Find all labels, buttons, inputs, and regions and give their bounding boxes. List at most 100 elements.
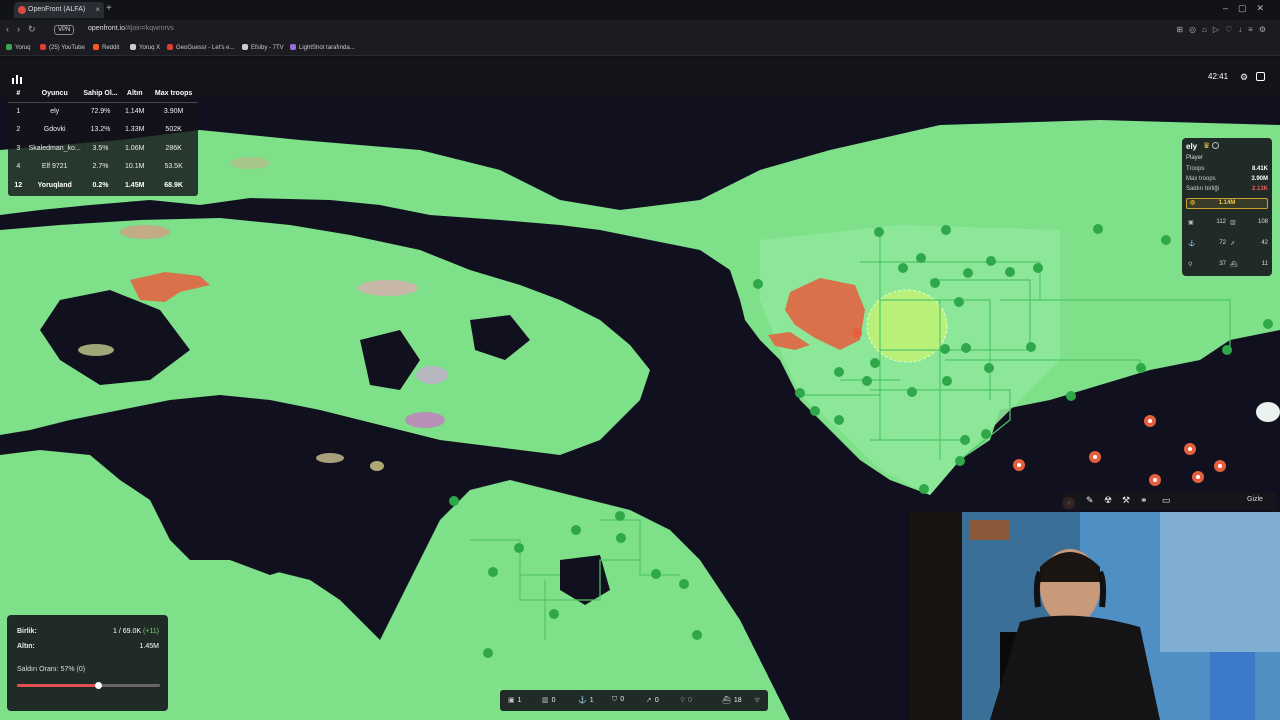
row-gold: 1.45M bbox=[124, 181, 145, 189]
url-field[interactable]: openfront.io/#join=kqwrnrvs bbox=[88, 25, 174, 32]
attack-rate-slider[interactable] bbox=[17, 682, 160, 689]
neutral-nation[interactable] bbox=[1256, 402, 1280, 422]
attack-troops-row: Saldırı birliği 2.13K bbox=[1186, 186, 1268, 192]
exit-icon[interactable] bbox=[1256, 72, 1265, 81]
troops-label: Birlik: bbox=[17, 628, 37, 635]
col-header-max-troops[interactable]: Max troops bbox=[149, 86, 198, 103]
row-rank: 2 bbox=[16, 126, 21, 134]
settings-gear-icon[interactable]: ⚙ bbox=[1240, 72, 1248, 83]
row-max-troops: 53.5K bbox=[164, 163, 183, 171]
build-missile-silo-button[interactable]: ➚ 0 bbox=[646, 696, 659, 704]
player-attack-zone[interactable] bbox=[866, 289, 948, 363]
missile-silo-icon: ➚ bbox=[1230, 241, 1236, 247]
browser-tab[interactable]: OpenFront (ALFA) × bbox=[14, 2, 104, 18]
bookmark-item[interactable]: LightShot tarafında... bbox=[290, 44, 355, 51]
neutral-nation[interactable] bbox=[416, 366, 448, 384]
bookmark-item[interactable]: Reddit bbox=[93, 44, 119, 51]
webcam-overlay bbox=[910, 512, 1280, 720]
bookmark-item[interactable]: Yoruq bbox=[6, 44, 30, 51]
row-max-troops: 502K bbox=[165, 126, 182, 134]
hide-button[interactable]: Gizle bbox=[1247, 496, 1263, 503]
player-type: Player bbox=[1186, 155, 1204, 161]
browser-tab-bar bbox=[0, 0, 1280, 20]
vpn-badge[interactable]: VPN bbox=[54, 25, 75, 35]
neutral-nation[interactable] bbox=[120, 225, 170, 239]
nuke-icon[interactable]: ☢ bbox=[1104, 495, 1112, 506]
bookmark-item[interactable]: Yoruq X bbox=[130, 44, 160, 51]
row-gold: 10.1M bbox=[124, 163, 145, 171]
row-rank: 12 bbox=[14, 181, 23, 189]
bookmark-item[interactable]: (25) YouTube bbox=[40, 44, 85, 51]
new-tab-icon[interactable]: + bbox=[106, 3, 112, 14]
neutral-nation[interactable] bbox=[405, 412, 445, 428]
bookmark-icon bbox=[242, 44, 248, 50]
neutral-nation[interactable] bbox=[358, 280, 418, 296]
donate-icon[interactable]: ⚒ bbox=[1122, 495, 1130, 506]
factory-icon: ▥ bbox=[1230, 220, 1236, 226]
player-name: ely bbox=[1186, 142, 1198, 151]
max-troops-row: Max troops 3.90M bbox=[1186, 176, 1268, 182]
leaderboard-toggle-icon[interactable] bbox=[12, 71, 22, 84]
build-defense-post-button[interactable]: ⛉ 0 bbox=[612, 696, 624, 704]
game-timer: 42:41 bbox=[1208, 72, 1229, 81]
build-warship-button[interactable]: ⛴ 18 bbox=[722, 696, 742, 704]
build-sam-launcher-button[interactable]: ⚲ 0 bbox=[680, 696, 692, 704]
window-controls[interactable]: –▢✕ bbox=[1223, 3, 1274, 14]
stat-value: 112 bbox=[1216, 219, 1226, 225]
navigation-buttons[interactable]: ‹›↻ bbox=[6, 24, 44, 35]
sam-launcher-icon: ⚲ bbox=[680, 697, 686, 704]
table-row[interactable]: 3 Skaledman_ko... 3.5% 1.06M 286K bbox=[8, 139, 198, 158]
table-row[interactable]: 2 Gdovki 13.2% 1.33M 502K bbox=[8, 121, 198, 140]
attack-rate-fill bbox=[17, 684, 99, 687]
build-count: 18 bbox=[733, 697, 742, 704]
table-row[interactable]: 4 Elf 9721 2.7% 10.1M 53.5K bbox=[8, 158, 198, 177]
troops-row: Birlik: 1 / 69.0K (+11) bbox=[17, 628, 159, 635]
row-owned: 3.5% bbox=[92, 144, 109, 152]
row-owned: 13.2% bbox=[90, 126, 111, 134]
row-gold: 1.14M bbox=[124, 108, 145, 115]
bookmark-icon bbox=[130, 44, 136, 50]
neutral-nation[interactable] bbox=[230, 157, 270, 169]
row-owned: 2.7% bbox=[92, 163, 109, 171]
build-factory-button[interactable]: ▥ 0 bbox=[542, 696, 556, 704]
leaderboard-table: # Oyuncu Sahip Ol... Altın Max troops 1 … bbox=[8, 86, 198, 195]
col-header-gold[interactable]: Altın bbox=[120, 86, 150, 103]
player-stats-panel: Birlik: 1 / 69.0K (+11) Altın: 1.45M Sal… bbox=[7, 615, 168, 711]
warship-icon: ⛴ bbox=[1230, 262, 1238, 268]
bookmark-icon bbox=[93, 44, 99, 50]
col-header-owned[interactable]: Sahip Ol... bbox=[80, 86, 121, 103]
url-path: /#join=kqwrnrvs bbox=[124, 25, 174, 32]
neutral-nation[interactable] bbox=[316, 453, 344, 463]
col-header-player[interactable]: Oyuncu bbox=[28, 86, 81, 103]
troops-value: 8.41K bbox=[1251, 166, 1268, 172]
max-troops-label: Max troops bbox=[1186, 176, 1216, 182]
build-port-button[interactable]: ⚓ 1 bbox=[578, 696, 594, 704]
bookmark-item[interactable]: Efsiby - 7TV bbox=[242, 44, 284, 51]
port-icon: ⚓ bbox=[1188, 241, 1196, 247]
site-favicon-icon bbox=[18, 6, 26, 14]
bookmark-icon bbox=[290, 44, 296, 50]
webcam-feed bbox=[910, 512, 1280, 720]
attack-troops-label: Saldırı birliği bbox=[1186, 186, 1220, 192]
neutral-nation[interactable] bbox=[370, 461, 384, 471]
chat-icon[interactable]: ▭ bbox=[1162, 495, 1171, 506]
info-icon[interactable] bbox=[1212, 142, 1219, 149]
port-icon: ⚓ bbox=[578, 697, 587, 704]
address-bar bbox=[0, 20, 1280, 42]
neutral-nation[interactable] bbox=[78, 344, 114, 356]
row-player: Skaledman_ko... bbox=[28, 144, 81, 152]
build-city-button[interactable]: ▣ 1 bbox=[508, 696, 522, 704]
attack-rate-handle[interactable] bbox=[95, 682, 102, 689]
build-toolbar: ▣ 1 ▥ 0 ⚓ 1 ⛉ 0 ➚ 0 ⚲ 0 ⛴ 18 ☢ bbox=[500, 690, 768, 711]
table-row[interactable]: 1 ely 72.9% 1.14M 3.90M bbox=[8, 102, 198, 121]
bookmark-item[interactable]: GeoGuessr - Let's e... bbox=[167, 44, 235, 51]
row-player: Yoruqland bbox=[37, 181, 72, 189]
build-count: 0 bbox=[654, 697, 659, 704]
close-tab-icon[interactable]: × bbox=[95, 2, 100, 18]
alliance-handshake-icon[interactable]: ⚭ bbox=[1140, 495, 1148, 506]
build-atom-bomb-button[interactable]: ☢ bbox=[754, 696, 763, 704]
row-max-troops: 3.90M bbox=[163, 108, 184, 115]
pencil-icon[interactable]: ✎ bbox=[1086, 495, 1094, 506]
table-row-current-player[interactable]: 12 Yoruqland 0.2% 1.45M 68.9K bbox=[8, 176, 198, 195]
extension-icons[interactable]: ⊞◎⌂▷♡↓≡⚙ bbox=[1176, 25, 1272, 34]
